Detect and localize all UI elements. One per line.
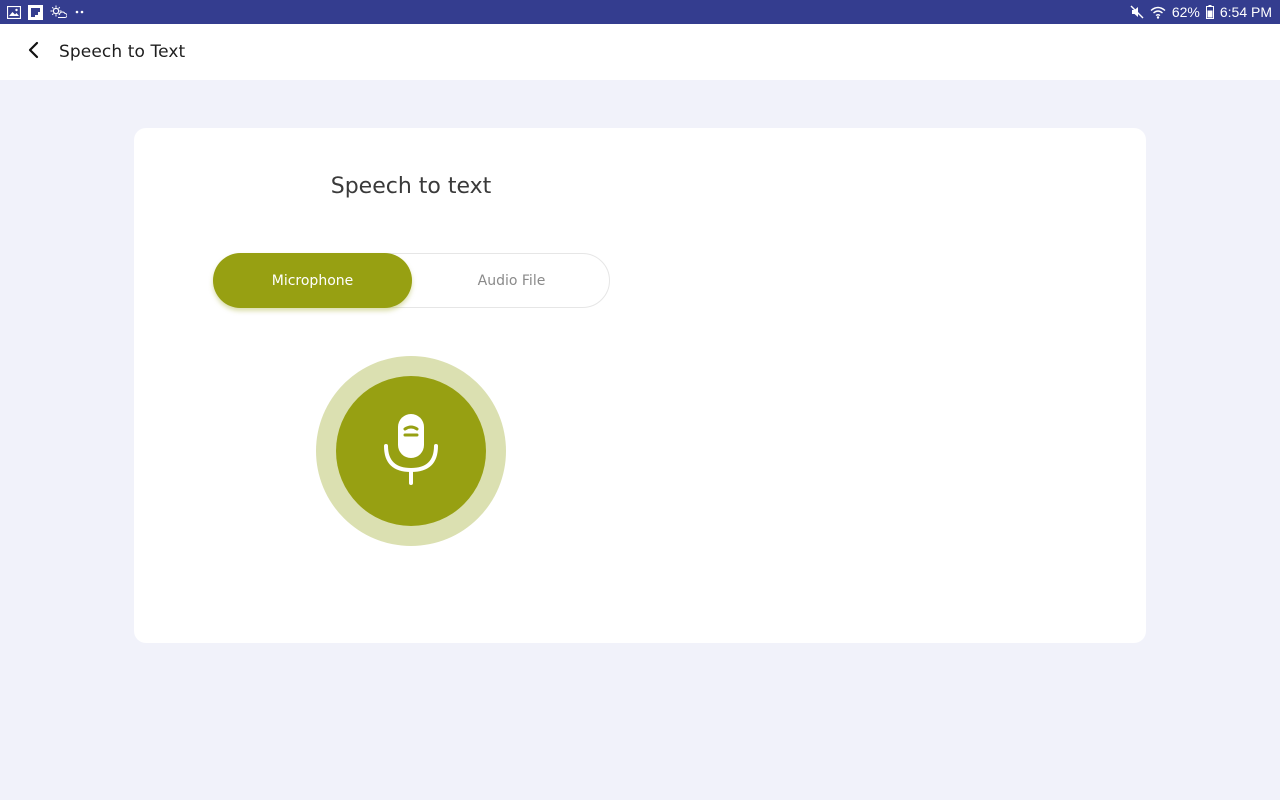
tab-microphone[interactable]: Microphone (213, 253, 412, 308)
status-time: 6:54 PM (1219, 4, 1272, 20)
page-title: Speech to Text (59, 42, 186, 62)
status-right-icons: 62% 6:54 PM (1130, 4, 1272, 20)
wifi-icon (1150, 6, 1166, 19)
gallery-icon (7, 5, 21, 19)
microphone-icon (381, 412, 441, 490)
app-bar: Speech to Text (0, 24, 1280, 80)
record-button[interactable] (316, 356, 506, 546)
weather-icon (50, 5, 67, 19)
card-title: Speech to text (330, 174, 492, 199)
speech-to-text-card: Speech to text Microphone Audio File (134, 128, 1146, 643)
status-bar: 62% 6:54 PM (0, 0, 1280, 24)
tab-audio-file[interactable]: Audio File (412, 253, 611, 308)
record-button-inner (336, 376, 486, 526)
mute-icon (1130, 5, 1144, 19)
back-button[interactable] (14, 32, 54, 72)
more-notifications-icon (74, 9, 86, 15)
battery-icon (1205, 5, 1214, 19)
battery-percent: 62% (1171, 4, 1200, 20)
flipboard-icon (28, 4, 43, 20)
input-source-toggle: Microphone Audio File (213, 253, 610, 308)
back-arrow-icon (27, 41, 41, 63)
status-left-icons (7, 4, 86, 20)
